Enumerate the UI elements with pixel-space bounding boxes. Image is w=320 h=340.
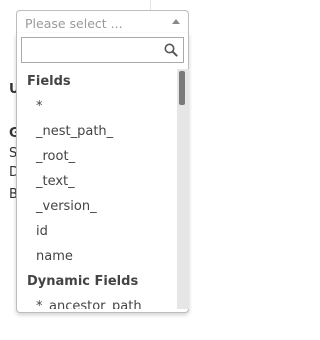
option-root[interactable]: _root_ [17,144,177,169]
group-label-dynamic-fields: Dynamic Fields [27,274,139,289]
scrollbar-thumb[interactable] [179,71,185,105]
group-label-fields: Fields [27,74,71,89]
option-text[interactable]: _text_ [17,169,177,194]
option-name[interactable]: name [17,244,177,269]
select-placeholder: Please select ... [25,16,123,31]
select-dropdown: Fields * _nest_path_ _root_ _text_ _vers… [16,33,189,313]
search-icon [164,43,178,57]
options-list[interactable]: Fields * _nest_path_ _root_ _text_ _vers… [17,69,177,309]
option-nest-path[interactable]: _nest_path_ [17,119,177,144]
option-version[interactable]: _version_ [17,194,177,219]
option-star[interactable]: * [17,94,177,119]
search-input[interactable] [21,37,184,63]
option-id[interactable]: id [17,219,177,244]
list-scrollbar[interactable] [177,69,189,309]
caret-up-icon[interactable] [172,19,180,24]
option-ancestor-path[interactable]: *_ancestor_path [17,294,177,309]
field-select[interactable]: Please select ... [16,10,189,34]
